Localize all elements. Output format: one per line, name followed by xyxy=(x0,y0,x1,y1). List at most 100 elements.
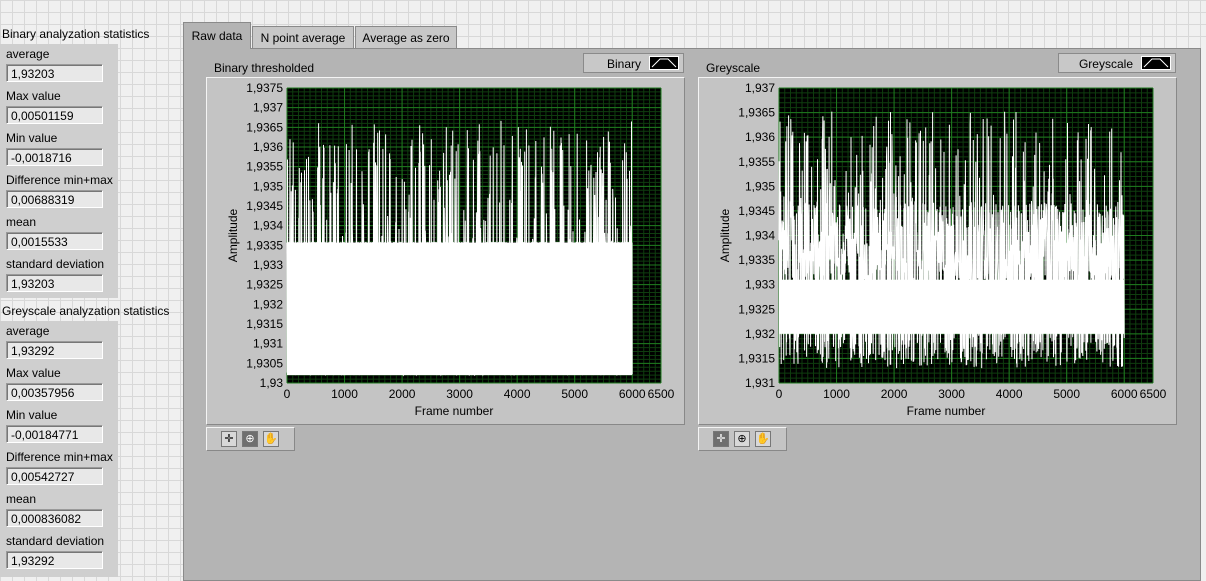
greyscale-graph[interactable]: 0 1000 2000 3000 4000 5000 6000 6500 1,931 1,9315… xyxy=(698,77,1177,425)
greyscale-stat-label: Difference min+max xyxy=(6,450,113,464)
greyscale-plot-legend[interactable]: Greyscale xyxy=(1058,53,1176,73)
pan-hand-icon[interactable]: ✋ xyxy=(263,431,279,447)
greyscale-stat-row: standard deviation 1,93292 xyxy=(0,534,118,576)
binary-x-tick-label: 5000 xyxy=(561,387,588,401)
binary-y-tick-label: 1,93 xyxy=(260,376,284,390)
greyscale-stat-label: Min value xyxy=(6,408,58,422)
binary-stat-value[interactable]: 0,0015533 xyxy=(6,232,103,250)
greyscale-y-tick-label: 1,9335 xyxy=(738,253,775,267)
tab-average-as-zero[interactable]: Average as zero xyxy=(355,26,457,48)
binary-stats-panel: average 1,93203 Max value 0,00501159 Min val… xyxy=(0,44,118,298)
binary-graph-palette: ✛ ⊕ ✋ xyxy=(206,427,295,451)
binary-y-tick-label: 1,932 xyxy=(253,297,283,311)
pan-hand-icon[interactable]: ✋ xyxy=(755,431,771,447)
binary-stat-row: Difference min+max 0,00688319 xyxy=(0,173,118,215)
greyscale-stat-value[interactable]: 1,93292 xyxy=(6,551,103,569)
greyscale-y-tick-label: 1,931 xyxy=(745,376,775,390)
binary-y-tick-label: 1,9355 xyxy=(246,160,283,174)
greyscale-stat-row: mean 0,000836082 xyxy=(0,492,118,534)
binary-stat-value[interactable]: 1,93203 xyxy=(6,64,103,82)
binary-y-tick-label: 1,9325 xyxy=(246,278,283,292)
binary-stat-row: Min value -0,0018716 xyxy=(0,131,118,173)
binary-stat-value[interactable]: 0,00501159 xyxy=(6,106,103,124)
greyscale-stat-value[interactable]: 0,00357956 xyxy=(6,383,103,401)
binary-x-tick-label: 6000 xyxy=(619,387,646,401)
greyscale-y-tick-label: 1,9365 xyxy=(738,106,775,120)
greyscale-y-axis-label: Amplitude xyxy=(718,209,732,263)
binary-x-tick-label: 4000 xyxy=(504,387,531,401)
greyscale-stat-row: Min value -0,00184771 xyxy=(0,408,118,450)
binary-stat-label: Min value xyxy=(6,131,58,145)
binary-stat-label: mean xyxy=(6,215,37,229)
greyscale-stat-label: Max value xyxy=(6,366,61,380)
binary-y-tick-label: 1,935 xyxy=(253,179,283,193)
greyscale-y-tick-label: 1,933 xyxy=(745,278,775,292)
greyscale-x-tick-label: 4000 xyxy=(996,387,1023,401)
greyscale-plot-area[interactable]: 0 1000 2000 3000 4000 5000 6000 6500 1,931 1,9315… xyxy=(699,78,1176,424)
greyscale-stat-row: Difference min+max 0,00542727 xyxy=(0,450,118,492)
greyscale-stat-value[interactable]: 1,93292 xyxy=(6,341,103,359)
binary-x-tick-label: 0 xyxy=(284,387,291,401)
tab-raw-data[interactable]: Raw data xyxy=(183,22,251,49)
binary-y-tick-label: 1,9335 xyxy=(246,238,283,252)
greyscale-stats-title: Greyscale analyzation statistics xyxy=(2,304,170,318)
greyscale-x-tick-label: 3000 xyxy=(938,387,965,401)
tab-right-edge xyxy=(1201,48,1206,581)
binary-y-tick-label: 1,937 xyxy=(253,101,283,115)
zoom-icon[interactable]: ⊕ xyxy=(242,431,258,447)
greyscale-stat-row: average 1,93292 xyxy=(0,324,118,366)
greyscale-x-tick-label: 1000 xyxy=(823,387,850,401)
binary-stat-value[interactable]: -0,0018716 xyxy=(6,148,103,166)
greyscale-stat-value[interactable]: 0,000836082 xyxy=(6,509,103,527)
greyscale-x-tick-label: 0 xyxy=(776,387,783,401)
greyscale-stat-value[interactable]: 0,00542727 xyxy=(6,467,103,485)
binary-x-axis-label: Frame number xyxy=(415,404,494,418)
greyscale-y-tick-label: 1,9325 xyxy=(738,302,775,316)
binary-stat-row: Max value 0,00501159 xyxy=(0,89,118,131)
binary-x-tick-label: 2000 xyxy=(389,387,416,401)
zoom-icon[interactable]: ⊕ xyxy=(734,431,750,447)
binary-stat-value[interactable]: 1,93203 xyxy=(6,274,103,292)
tab-n-point-average[interactable]: N point average xyxy=(252,26,354,48)
binary-stat-label: standard deviation xyxy=(6,257,105,271)
binary-y-tick-label: 1,9315 xyxy=(246,317,283,331)
binary-y-tick-label: 1,9305 xyxy=(246,356,283,370)
binary-y-tick-label: 1,936 xyxy=(253,140,283,154)
binary-y-tick-label: 1,9345 xyxy=(246,199,283,213)
greyscale-y-tick-label: 1,934 xyxy=(745,229,775,243)
binary-graph-title: Binary thresholded xyxy=(214,61,315,75)
binary-y-axis-label: Amplitude xyxy=(226,209,240,263)
greyscale-stats-panel: average 1,93292 Max value 0,00357956 Min val… xyxy=(0,321,118,577)
greyscale-graph-title: Greyscale xyxy=(706,61,761,75)
binary-stat-row: standard deviation 1,93203 xyxy=(0,257,118,299)
binary-x-tick-label: 3000 xyxy=(446,387,473,401)
crosshair-icon[interactable]: ✛ xyxy=(221,431,237,447)
greyscale-x-axis-label: Frame number xyxy=(907,404,986,418)
binary-stat-value[interactable]: 0,00688319 xyxy=(6,190,103,208)
binary-y-tick-label: 1,931 xyxy=(253,337,283,351)
binary-stat-label: average xyxy=(6,47,50,61)
greyscale-stat-row: Max value 0,00357956 xyxy=(0,366,118,408)
greyscale-y-tick-label: 1,9345 xyxy=(738,204,775,218)
binary-x-tick-label: 1000 xyxy=(331,387,358,401)
binary-stats-title: Binary analyzation statistics xyxy=(2,27,150,41)
greyscale-stat-label: mean xyxy=(6,492,37,506)
crosshair-icon[interactable]: ✛ xyxy=(713,431,729,447)
greyscale-y-tick-label: 1,935 xyxy=(745,179,775,193)
binary-plot-area[interactable]: 0 1000 2000 3000 4000 5000 6000 6500 1,93 1,9305 1… xyxy=(207,78,684,424)
binary-legend-label: Binary xyxy=(606,57,641,71)
binary-plot-legend[interactable]: Binary xyxy=(583,53,684,73)
greyscale-y-tick-label: 1,937 xyxy=(745,81,775,95)
greyscale-graph-palette: ✛ ⊕ ✋ xyxy=(698,427,787,451)
greyscale-y-tick-label: 1,9315 xyxy=(738,351,775,365)
greyscale-legend-label: Greyscale xyxy=(1078,57,1133,71)
greyscale-stat-value[interactable]: -0,00184771 xyxy=(6,425,103,443)
binary-y-tick-label: 1,9375 xyxy=(246,81,283,95)
greyscale-stat-label: standard deviation xyxy=(6,534,105,548)
binary-stat-label: Max value xyxy=(6,89,61,103)
binary-legend-swatch xyxy=(649,56,679,70)
binary-graph[interactable]: 0 1000 2000 3000 4000 5000 6000 6500 1,93 1,9305 1… xyxy=(206,77,685,425)
greyscale-y-tick-label: 1,932 xyxy=(745,327,775,341)
greyscale-x-tick-label: 5000 xyxy=(1053,387,1080,401)
binary-y-tick-label: 1,9365 xyxy=(246,120,283,134)
